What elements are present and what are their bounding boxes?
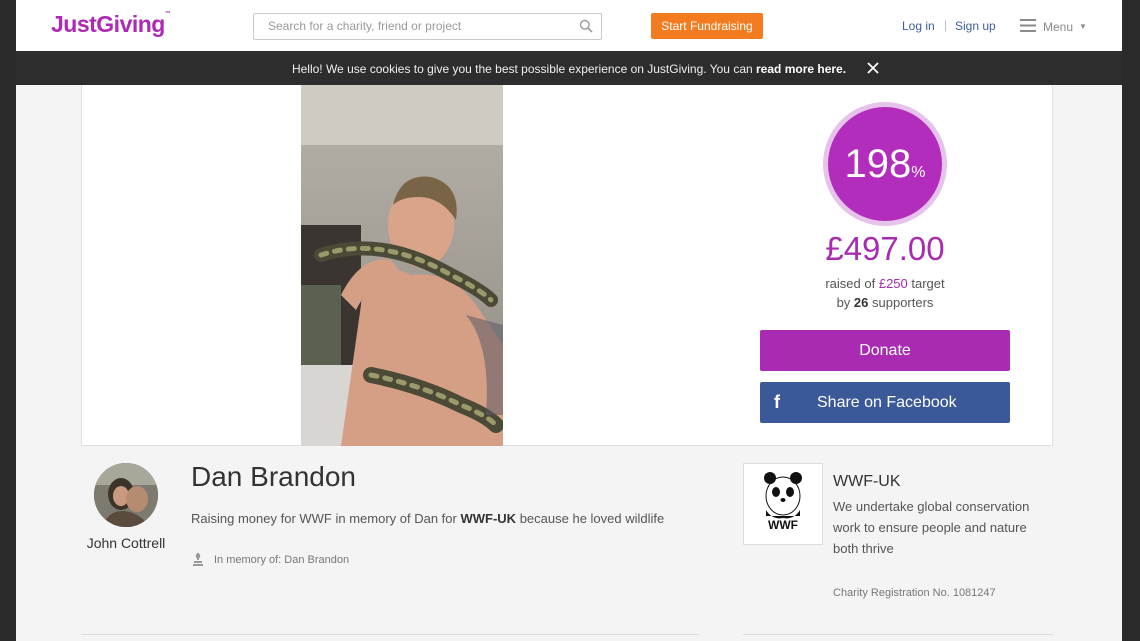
hero-panel: 198% £497.00 raised of £250 target by 26… <box>81 85 1053 446</box>
description-charity-link[interactable]: WWF-UK <box>460 511 516 526</box>
chevron-down-icon[interactable]: ▼ <box>1079 22 1087 31</box>
charity-registration: Charity Registration No. 1081247 <box>833 587 996 599</box>
cookie-banner: Hello! We use cookies to give you the be… <box>16 51 1122 85</box>
divider <box>743 634 1053 635</box>
signup-link[interactable]: Sign up <box>955 19 996 33</box>
supporters-count: 26 <box>853 295 869 310</box>
justgiving-logo[interactable]: JustGiving™ <box>51 11 171 38</box>
memory-icon <box>193 553 203 566</box>
amount-raised: £497.00 <box>825 230 945 267</box>
top-navigation: JustGiving™ Start Fundraising Log in | S… <box>16 0 1122 51</box>
search-icon[interactable] <box>579 19 593 33</box>
charity-name[interactable]: WWF-UK <box>833 473 901 491</box>
target-amount: £250 <box>878 276 908 291</box>
nav-separator: | <box>944 18 948 32</box>
in-memory-text: In memory of: Dan Brandon <box>214 554 350 566</box>
panda-icon <box>764 472 802 519</box>
wwf-logo-text: WWF <box>768 518 798 532</box>
progress-ring: 198% <box>823 102 947 226</box>
start-fundraising-button[interactable]: Start Fundraising <box>651 13 763 39</box>
supporters-text: by 26 supporters <box>836 295 934 310</box>
avatar[interactable] <box>94 463 158 527</box>
page-description: Raising money for WWF in memory of Dan f… <box>191 511 665 526</box>
owner-name[interactable]: John Cottrell <box>72 535 180 551</box>
share-facebook-label: Share on Facebook <box>817 394 957 411</box>
search-box[interactable] <box>253 13 602 40</box>
charity-logo[interactable]: WWF <box>743 463 823 545</box>
menu-label[interactable]: Menu <box>1043 20 1073 34</box>
charity-description: We undertake global conservation work to… <box>833 499 1030 556</box>
fundraiser-photo <box>301 85 503 446</box>
donate-button[interactable]: Donate <box>760 330 1010 371</box>
cookie-read-more-link[interactable]: read more here. <box>756 62 846 76</box>
share-facebook-button[interactable]: f Share on Facebook <box>760 382 1010 423</box>
percent-value: 198 <box>844 142 912 186</box>
page-title: Dan Brandon <box>191 461 357 492</box>
login-link[interactable]: Log in <box>902 19 935 33</box>
facebook-icon: f <box>774 392 780 412</box>
close-icon[interactable] <box>867 62 879 74</box>
cookie-message: Hello! We use cookies to give you the be… <box>291 62 847 76</box>
target-text: raised of £250 target <box>825 276 945 291</box>
progress-percent: 198% <box>828 107 942 221</box>
divider <box>81 634 699 635</box>
percent-sign: % <box>911 164 926 181</box>
page: JustGiving™ Start Fundraising Log in | S… <box>16 0 1122 641</box>
menu-icon[interactable] <box>1020 19 1036 32</box>
search-input[interactable] <box>266 18 570 34</box>
